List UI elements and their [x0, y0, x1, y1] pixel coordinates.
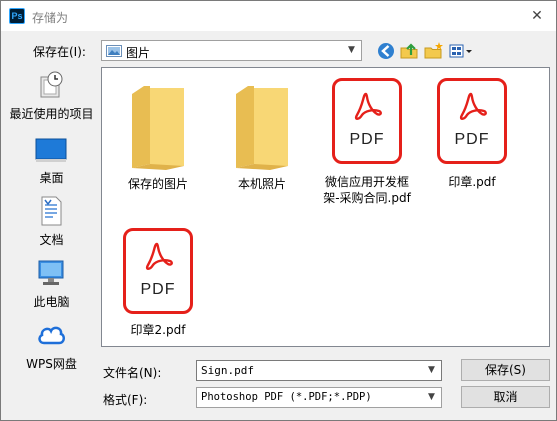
- chevron-down-icon: ▼: [428, 392, 435, 402]
- back-arrow-icon[interactable]: [375, 40, 397, 62]
- up-folder-icon[interactable]: [398, 40, 420, 62]
- new-folder-icon[interactable]: [422, 40, 444, 62]
- save-in-label: 保存在(I):: [33, 45, 86, 59]
- filename-input[interactable]: Sign.pdf ▼: [196, 360, 442, 381]
- documents-icon: [41, 196, 62, 226]
- recent-items-icon: [40, 71, 63, 98]
- file-item-folder[interactable]: 保存的图片: [108, 82, 208, 202]
- pdf-badge: PDF: [349, 131, 385, 148]
- file-name: 印章.pdf: [448, 175, 496, 189]
- save-in-value: 图片: [126, 46, 151, 60]
- save-in-dropdown[interactable]: 图片 ▼: [101, 40, 362, 61]
- acrobat-logo-icon: [459, 92, 487, 120]
- pdf-file-icon: PDF: [123, 228, 193, 318]
- place-label: 桌面: [39, 171, 64, 185]
- acrobat-logo-icon: [354, 92, 382, 120]
- save-as-dialog: Ps 存储为 ✕ 保存在(I): 图片 ▼ 最近使用的项目 桌面 文档 此电脑 …: [0, 0, 557, 421]
- place-documents[interactable]: 文档: [7, 193, 96, 253]
- chevron-down-icon[interactable]: ▼: [424, 363, 439, 378]
- close-icon[interactable]: ✕: [526, 5, 548, 27]
- file-item-folder[interactable]: 本机照片: [212, 82, 312, 202]
- file-list-view[interactable]: 保存的图片 本机照片 PDF 微信应用开发框架-采购合同.pdf PDF 印章.…: [101, 67, 550, 347]
- file-name: 本机照片: [237, 177, 286, 191]
- file-item-pdf[interactable]: PDF 微信应用开发框架-采购合同.pdf: [317, 78, 417, 218]
- view-menu-icon[interactable]: [447, 40, 473, 62]
- file-name: 保存的图片: [127, 177, 188, 191]
- file-item-pdf[interactable]: PDF 印章.pdf: [422, 78, 522, 198]
- place-wps-cloud[interactable]: WPS网盘: [7, 317, 96, 377]
- save-button[interactable]: 保存(S): [461, 359, 550, 381]
- pdf-file-icon: PDF: [437, 78, 507, 168]
- dialog-title: 存储为: [32, 11, 69, 25]
- place-recent[interactable]: 最近使用的项目: [7, 67, 96, 127]
- place-label: WPS网盘: [26, 357, 77, 371]
- file-item-pdf[interactable]: PDF 印章2.pdf: [108, 228, 208, 348]
- folder-icon: [132, 86, 184, 170]
- place-label: 最近使用的项目: [9, 107, 94, 121]
- place-label: 此电脑: [33, 295, 70, 309]
- pdf-badge: PDF: [454, 131, 490, 148]
- filename-label: 文件名(N):: [103, 366, 162, 380]
- chevron-down-icon: ▼: [348, 45, 355, 55]
- format-select[interactable]: Photoshop PDF (*.PDF;*.PDP) ▼: [196, 387, 442, 408]
- pdf-badge: PDF: [140, 281, 176, 298]
- format-label: 格式(F):: [103, 393, 148, 407]
- pdf-file-icon: PDF: [332, 78, 402, 168]
- place-desktop[interactable]: 桌面: [7, 131, 96, 191]
- acrobat-logo-icon: [145, 242, 173, 270]
- folder-icon: [236, 86, 288, 170]
- file-name: 印章2.pdf: [130, 323, 186, 337]
- filename-value: Sign.pdf: [201, 364, 254, 377]
- place-this-pc[interactable]: 此电脑: [7, 255, 96, 315]
- desktop-icon: [35, 138, 67, 162]
- photoshop-logo-icon: Ps: [9, 8, 25, 24]
- file-name: 微信应用开发框架-采购合同.pdf: [323, 175, 411, 205]
- this-pc-icon: [38, 260, 64, 285]
- places-bar: 最近使用的项目 桌面 文档 此电脑 WPS网盘: [7, 67, 96, 378]
- place-label: 文档: [39, 233, 64, 247]
- cancel-button[interactable]: 取消: [461, 386, 550, 408]
- title-bar: Ps 存储为 ✕: [1, 1, 556, 31]
- pictures-folder-icon: [106, 45, 122, 57]
- wps-cloud-icon: [38, 326, 65, 345]
- format-value: Photoshop PDF (*.PDF;*.PDP): [201, 391, 372, 403]
